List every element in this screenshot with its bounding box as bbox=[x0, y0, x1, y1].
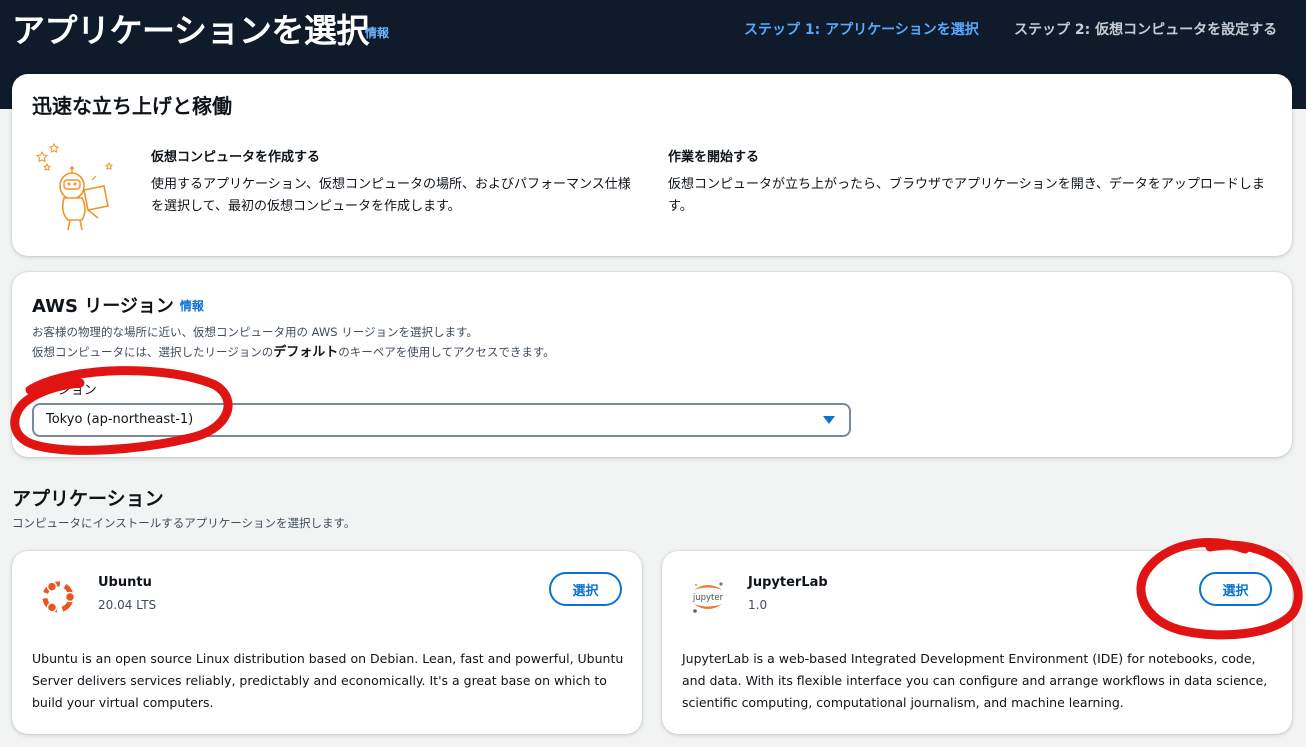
region-title: AWS リージョン 情報 bbox=[32, 292, 204, 318]
getting-started-card: 迅速な立ち上げと稼働 仮想コンピュータを作成する 使用するアプリケーション、仮想… bbox=[12, 74, 1292, 256]
page-title: アプリケーションを選択 bbox=[12, 11, 369, 50]
app-name-jupyterlab: JupyterLab bbox=[748, 575, 828, 590]
page: アプリケーションを選択 情報 ステップ 1: アプリケーションを選択 ステップ … bbox=[0, 0, 1306, 747]
app-version-jupyterlab: 1.0 bbox=[748, 598, 768, 612]
region-card: AWS リージョン 情報 お客様の物理的な場所に近い、仮想コンピュータ用の AWS… bbox=[12, 272, 1292, 457]
region-desc-line2-post: のキーペアを使用してアクセスできます。 bbox=[338, 345, 555, 359]
robot-laptop-illustration-icon bbox=[35, 142, 114, 231]
getting-started-title: 迅速な立ち上げと稼働 bbox=[32, 94, 232, 118]
select-ubuntu-button[interactable]: 選択 bbox=[549, 572, 622, 606]
applications-description: コンピュータにインストールするアプリケーションを選択します。 bbox=[12, 516, 356, 530]
region-title-text: AWS リージョン bbox=[32, 296, 174, 317]
region-desc-line2: 仮想コンピュータには、選択したリージョンのデフォルトのキーペアを使用してアクセス… bbox=[32, 342, 555, 363]
app-name-ubuntu: Ubuntu bbox=[98, 575, 152, 590]
step-1-link[interactable]: ステップ 1: アプリケーションを選択 bbox=[744, 19, 979, 39]
header-info-link[interactable]: 情報 bbox=[365, 24, 389, 41]
region-description: お客様の物理的な場所に近い、仮想コンピュータ用の AWS リージョンを選択します… bbox=[32, 322, 555, 363]
applications-title: アプリケーション bbox=[12, 488, 164, 510]
select-jupyterlab-button[interactable]: 選択 bbox=[1199, 572, 1272, 606]
start-work-heading: 作業を開始する bbox=[668, 150, 760, 165]
region-select-label: リージョン bbox=[32, 383, 97, 398]
region-desc-line1: お客様の物理的な場所に近い、仮想コンピュータ用の AWS リージョンを選択します… bbox=[32, 325, 478, 339]
create-computer-heading: 仮想コンピュータを作成する bbox=[151, 150, 321, 165]
step-2-link[interactable]: ステップ 2: 仮想コンピュータを設定する bbox=[1014, 19, 1277, 39]
region-desc-line2-bold: デフォルト bbox=[273, 345, 339, 360]
jupyter-logo-text: jupyter bbox=[692, 593, 724, 603]
region-select[interactable]: Tokyo (ap-northeast-1) bbox=[32, 403, 851, 437]
region-select-value: Tokyo (ap-northeast-1) bbox=[46, 412, 194, 427]
region-info-link[interactable]: 情報 bbox=[180, 299, 204, 313]
jupyter-logo-icon: jupyter bbox=[692, 582, 724, 613]
ubuntu-logo-icon bbox=[42, 581, 76, 613]
app-version-ubuntu: 20.04 LTS bbox=[98, 598, 157, 612]
app-description-jupyterlab: JupyterLab is a web-based Integrated Dev… bbox=[682, 651, 1268, 710]
create-computer-text: 使用するアプリケーション、仮想コンピュータの場所、およびパフォーマンス仕様を選択… bbox=[151, 177, 631, 214]
app-card-ubuntu[interactable]: Ubuntu 20.04 LTS 選択 Ubuntu is an open so… bbox=[12, 551, 642, 734]
region-desc-line2-pre: 仮想コンピュータには、選択したリージョンの bbox=[32, 345, 274, 359]
create-computer-column: 仮想コンピュータを作成する 使用するアプリケーション、仮想コンピュータの場所、お… bbox=[151, 146, 641, 218]
start-work-column: 作業を開始する 仮想コンピュータが立ち上がったら、ブラウザでアプリケーションを開… bbox=[668, 146, 1268, 218]
caret-down-icon bbox=[823, 416, 835, 424]
app-card-jupyterlab[interactable]: jupyter JupyterLab 1.0 選択 JupyterLab is … bbox=[662, 551, 1292, 734]
app-description-ubuntu: Ubuntu is an open source Linux distribut… bbox=[32, 651, 624, 710]
start-work-text: 仮想コンピュータが立ち上がったら、ブラウザでアプリケーションを開き、データをアッ… bbox=[668, 177, 1265, 214]
